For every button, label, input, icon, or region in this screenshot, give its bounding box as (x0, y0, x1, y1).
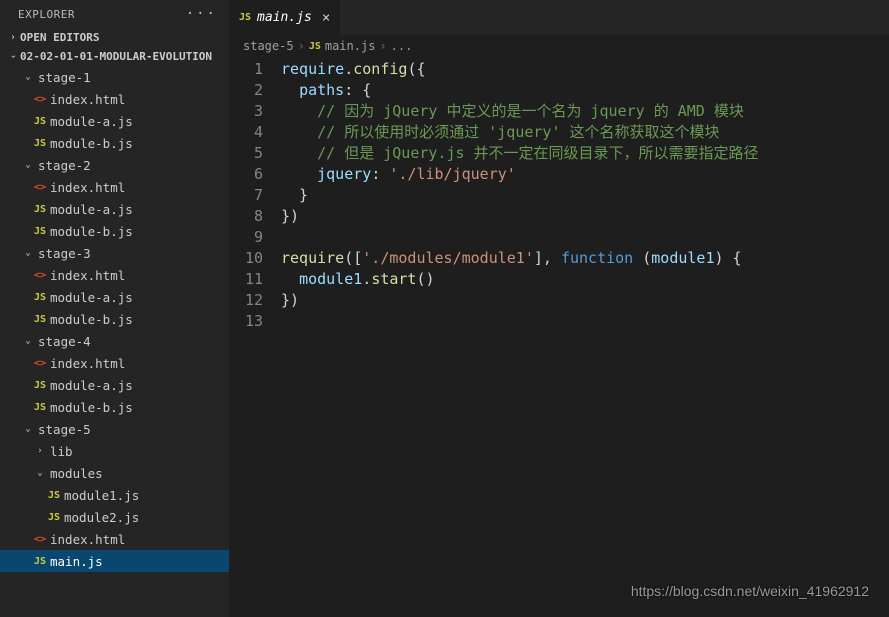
tree-label: module1.js (64, 488, 139, 503)
project-section[interactable]: › 02-02-01-01-MODULAR-EVOLUTION (0, 47, 229, 66)
folder-stage-2[interactable]: ⌄stage-2 (0, 154, 229, 176)
tree-label: lib (50, 444, 73, 459)
file-module-b.js[interactable]: JSmodule-b.js (0, 396, 229, 418)
tree-label: index.html (50, 532, 125, 547)
tree-label: module-a.js (50, 114, 133, 129)
html-icon: <> (30, 182, 50, 193)
chevron-down-icon: ⌄ (18, 336, 38, 346)
tree-label: module-a.js (50, 202, 133, 217)
js-icon: JS (44, 490, 64, 501)
tree-label: stage-3 (38, 246, 91, 261)
file-tree: ⌄stage-1<>index.htmlJSmodule-a.jsJSmodul… (0, 66, 229, 572)
file-main.js[interactable]: JSmain.js (0, 550, 229, 572)
js-icon: JS (30, 292, 50, 303)
tree-label: stage-5 (38, 422, 91, 437)
tree-label: module-b.js (50, 136, 133, 151)
more-icon[interactable]: ··· (186, 6, 217, 22)
js-icon: JS (30, 116, 50, 127)
file-index.html[interactable]: <>index.html (0, 528, 229, 550)
file-module-a.js[interactable]: JSmodule-a.js (0, 286, 229, 308)
tree-label: module-b.js (50, 312, 133, 327)
file-module-a.js[interactable]: JSmodule-a.js (0, 198, 229, 220)
file-index.html[interactable]: <>index.html (0, 352, 229, 374)
tree-label: index.html (50, 268, 125, 283)
folder-lib[interactable]: ›lib (0, 440, 229, 462)
file-index.html[interactable]: <>index.html (0, 88, 229, 110)
code-editor[interactable]: 12345678910111213 require.config({ paths… (229, 57, 889, 332)
tree-label: modules (50, 466, 103, 481)
js-icon: JS (309, 41, 321, 52)
tree-label: index.html (50, 92, 125, 107)
chevron-right-icon: › (7, 32, 18, 43)
js-icon: JS (44, 512, 64, 523)
tree-label: stage-2 (38, 158, 91, 173)
tree-label: module-b.js (50, 400, 133, 415)
file-module-b.js[interactable]: JSmodule-b.js (0, 132, 229, 154)
tab-main-js[interactable]: JS main.js × (229, 0, 341, 35)
explorer-panel: EXPLORER ··· › OPEN EDITORS › 02-02-01-0… (0, 0, 229, 617)
tree-label: index.html (50, 356, 125, 371)
chevron-down-icon: ⌄ (18, 424, 38, 434)
html-icon: <> (30, 94, 50, 105)
folder-stage-1[interactable]: ⌄stage-1 (0, 66, 229, 88)
file-module-a.js[interactable]: JSmodule-a.js (0, 374, 229, 396)
chevron-down-icon: ⌄ (18, 248, 38, 258)
html-icon: <> (30, 270, 50, 281)
html-icon: <> (30, 534, 50, 545)
tree-label: stage-4 (38, 334, 91, 349)
js-icon: JS (30, 138, 50, 149)
chevron-down-icon: ⌄ (18, 160, 38, 170)
chevron-down-icon: › (8, 51, 19, 62)
tree-label: module-a.js (50, 378, 133, 393)
chevron-right-icon: › (379, 39, 386, 53)
chevron-right-icon: › (30, 446, 50, 456)
tree-label: module2.js (64, 510, 139, 525)
file-module1.js[interactable]: JSmodule1.js (0, 484, 229, 506)
tree-label: module-a.js (50, 290, 133, 305)
chevron-down-icon: ⌄ (30, 468, 50, 478)
tree-label: main.js (50, 554, 103, 569)
js-icon: JS (30, 314, 50, 325)
folder-stage-4[interactable]: ⌄stage-4 (0, 330, 229, 352)
file-module2.js[interactable]: JSmodule2.js (0, 506, 229, 528)
folder-stage-3[interactable]: ⌄stage-3 (0, 242, 229, 264)
explorer-header: EXPLORER ··· (0, 0, 229, 28)
line-numbers: 12345678910111213 (229, 59, 281, 332)
js-icon: JS (30, 402, 50, 413)
open-editors-section[interactable]: › OPEN EDITORS (0, 28, 229, 47)
file-index.html[interactable]: <>index.html (0, 176, 229, 198)
tree-label: index.html (50, 180, 125, 195)
js-icon: JS (30, 380, 50, 391)
file-module-b.js[interactable]: JSmodule-b.js (0, 308, 229, 330)
chevron-right-icon: › (298, 39, 305, 53)
watermark: https://blog.csdn.net/weixin_41962912 (631, 583, 869, 599)
js-icon: JS (30, 226, 50, 237)
js-icon: JS (239, 12, 251, 23)
tree-label: module-b.js (50, 224, 133, 239)
editor-area: JS main.js × stage-5 › JS main.js › ... … (229, 0, 889, 617)
html-icon: <> (30, 358, 50, 369)
editor-tabs: JS main.js × (229, 0, 889, 35)
file-module-a.js[interactable]: JSmodule-a.js (0, 110, 229, 132)
explorer-title: EXPLORER (18, 8, 75, 21)
file-module-b.js[interactable]: JSmodule-b.js (0, 220, 229, 242)
js-icon: JS (30, 204, 50, 215)
js-icon: JS (30, 556, 50, 567)
file-index.html[interactable]: <>index.html (0, 264, 229, 286)
close-icon[interactable]: × (322, 10, 330, 26)
folder-stage-5[interactable]: ⌄stage-5 (0, 418, 229, 440)
code-lines[interactable]: require.config({ paths: { // 因为 jQuery 中… (281, 59, 889, 332)
tree-label: stage-1 (38, 70, 91, 85)
breadcrumb[interactable]: stage-5 › JS main.js › ... (229, 35, 889, 57)
folder-modules[interactable]: ⌄modules (0, 462, 229, 484)
chevron-down-icon: ⌄ (18, 72, 38, 82)
